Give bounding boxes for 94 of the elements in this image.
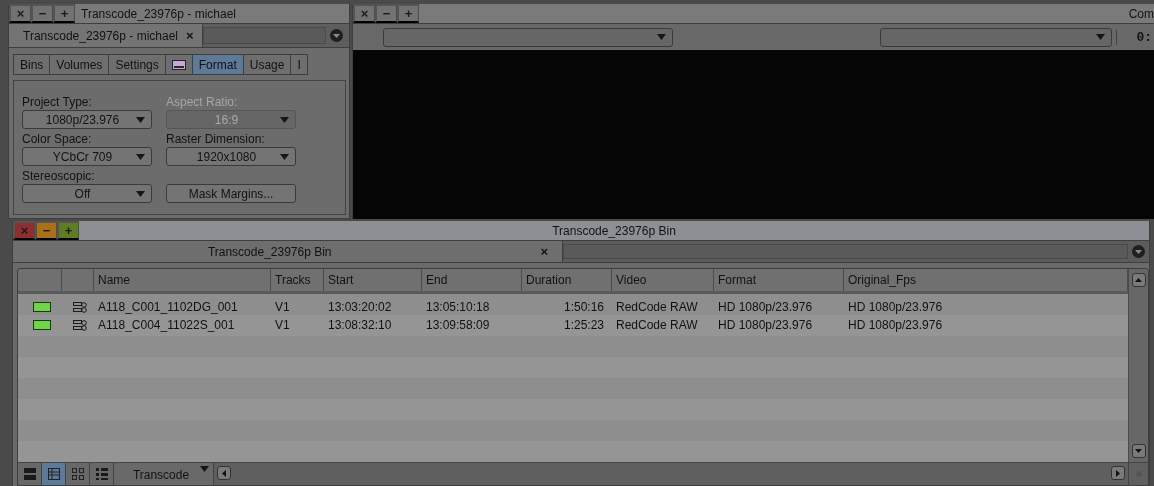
- tab[interactable]: I: [290, 54, 308, 75]
- close-tab-button[interactable]: ×: [526, 244, 562, 259]
- field-label: Project Type:: [22, 95, 93, 109]
- table-cell-text: A118_C004_11022S_001: [97, 318, 236, 332]
- column-header[interactable]: Format: [714, 269, 844, 291]
- scroll-left-button[interactable]: [217, 466, 231, 480]
- table-cell-text: 13:09:58:09: [425, 318, 491, 332]
- minimize-button[interactable]: −: [375, 4, 397, 23]
- tab[interactable]: Bins: [13, 54, 51, 75]
- menu-icon: [330, 29, 343, 42]
- clip-color-icon: [33, 302, 51, 312]
- dropdown[interactable]: 1920x1080: [166, 147, 296, 166]
- left-arrow-icon: [222, 469, 226, 477]
- view-button[interactable]: [66, 463, 90, 485]
- maximize-button[interactable]: +: [397, 4, 419, 23]
- dropdown-arrow-icon: [280, 153, 289, 160]
- window-title: Transcode_23976p Bin: [551, 222, 677, 240]
- field-label: Raster Dimension:: [166, 132, 266, 146]
- column-header[interactable]: End: [422, 269, 522, 291]
- field-label: Stereoscopic:: [22, 169, 96, 183]
- up-arrow-icon: [1135, 278, 1142, 282]
- scroll-up-button[interactable]: [1131, 273, 1146, 287]
- close-tab-button[interactable]: ×: [186, 28, 194, 43]
- tab[interactable]: Settings: [108, 54, 166, 75]
- field-label: Aspect Ratio:: [166, 95, 239, 109]
- table-cell-text: 1:25:23: [562, 318, 605, 332]
- window-title: Com: [1128, 5, 1154, 23]
- column-header[interactable]: Start: [324, 269, 422, 291]
- tab-label: Transcode_23976p Bin: [206, 244, 333, 259]
- minimize-button[interactable]: −: [35, 221, 57, 240]
- table-cell-text: V1: [274, 318, 291, 332]
- maximize-button[interactable]: +: [57, 221, 79, 240]
- bin-view-dropdown[interactable]: Transcode: [114, 463, 214, 485]
- tab[interactable]: Format: [191, 54, 244, 75]
- column-header[interactable]: Video: [612, 269, 714, 291]
- table-cell-text: HD 1080p/23.976: [847, 318, 944, 332]
- tab[interactable]: Usage: [242, 54, 292, 75]
- view-button[interactable]: [90, 463, 114, 485]
- dropdown-arrow-icon: [136, 116, 145, 123]
- mask-margins-button[interactable]: Mask Margins...: [166, 184, 296, 203]
- dropdown[interactable]: [880, 27, 1112, 47]
- close-button[interactable]: ×: [353, 4, 375, 23]
- column-header[interactable]: Name: [94, 269, 271, 291]
- dropdown[interactable]: 1080p/23.976: [22, 110, 152, 129]
- dropdown[interactable]: Off: [22, 184, 152, 203]
- dropdown-arrow-icon: [136, 190, 145, 197]
- table-cell-text: V1: [274, 300, 291, 314]
- dropdown[interactable]: [383, 27, 673, 47]
- column-header[interactable]: Duration: [522, 269, 612, 291]
- clip-color-icon: [33, 320, 51, 330]
- close-button[interactable]: ×: [9, 4, 31, 23]
- table-cell-text: HD 1080p/23.976: [717, 318, 814, 332]
- minimize-button[interactable]: −: [31, 4, 53, 23]
- scrollbar[interactable]: [1128, 269, 1148, 462]
- view-button[interactable]: [42, 463, 66, 485]
- table-cell-text: HD 1080p/23.976: [847, 300, 944, 314]
- column-header[interactable]: Tracks: [271, 269, 324, 291]
- menu-icon: [1132, 245, 1145, 258]
- down-arrow-icon: [1135, 449, 1142, 453]
- tab[interactable]: Volumes: [49, 54, 110, 75]
- table-cell-text: A118_C001_1102DG_001: [97, 300, 239, 314]
- table-cell-text: RedCode RAW: [615, 318, 699, 332]
- view-button[interactable]: [18, 463, 42, 485]
- dropdown[interactable]: YCbCr 709: [22, 147, 152, 166]
- monitor-icon: [171, 59, 186, 70]
- master-clip-icon: [73, 301, 87, 313]
- right-arrow-icon: [1116, 469, 1120, 477]
- window-title: Transcode_23976p - michael: [80, 5, 237, 23]
- script-view-icon: [94, 467, 109, 481]
- table-cell-text: 13:08:32:10: [327, 318, 393, 332]
- table-cell-text: HD 1080p/23.976: [717, 300, 814, 314]
- frame-view-icon: [22, 467, 37, 481]
- table-cell-text: RedCode RAW: [615, 300, 699, 314]
- field-label: Color Space:: [22, 132, 93, 146]
- scroll-down-button[interactable]: [1131, 444, 1146, 458]
- maximize-button[interactable]: +: [53, 4, 75, 23]
- dropdown-arrow-icon: [200, 466, 209, 472]
- tab-label: Transcode_23976p - michael: [23, 28, 178, 43]
- table-cell-text: 1:50:16: [562, 300, 605, 314]
- table-cell-text: 13:03:20:02: [327, 300, 393, 314]
- tab[interactable]: [164, 54, 193, 75]
- dropdown-arrow-icon: [136, 153, 145, 160]
- master-clip-icon: [73, 319, 87, 331]
- dropdown-arrow-icon: [657, 34, 666, 40]
- grid-view-icon: [70, 467, 85, 481]
- dropdown-arrow-icon: [1096, 34, 1105, 40]
- table-cell-text: 13:05:10:18: [425, 300, 491, 314]
- dropdown-arrow-icon: [280, 116, 289, 123]
- timecode: 0:: [1116, 29, 1154, 45]
- panel-tab[interactable]: Transcode_23976p Bin ×: [13, 241, 563, 262]
- close-button[interactable]: ×: [13, 221, 35, 240]
- panel-tab[interactable]: Transcode_23976p - michael ×: [9, 24, 203, 47]
- list-view-icon: [46, 467, 61, 481]
- scroll-right-button[interactable]: [1111, 466, 1125, 480]
